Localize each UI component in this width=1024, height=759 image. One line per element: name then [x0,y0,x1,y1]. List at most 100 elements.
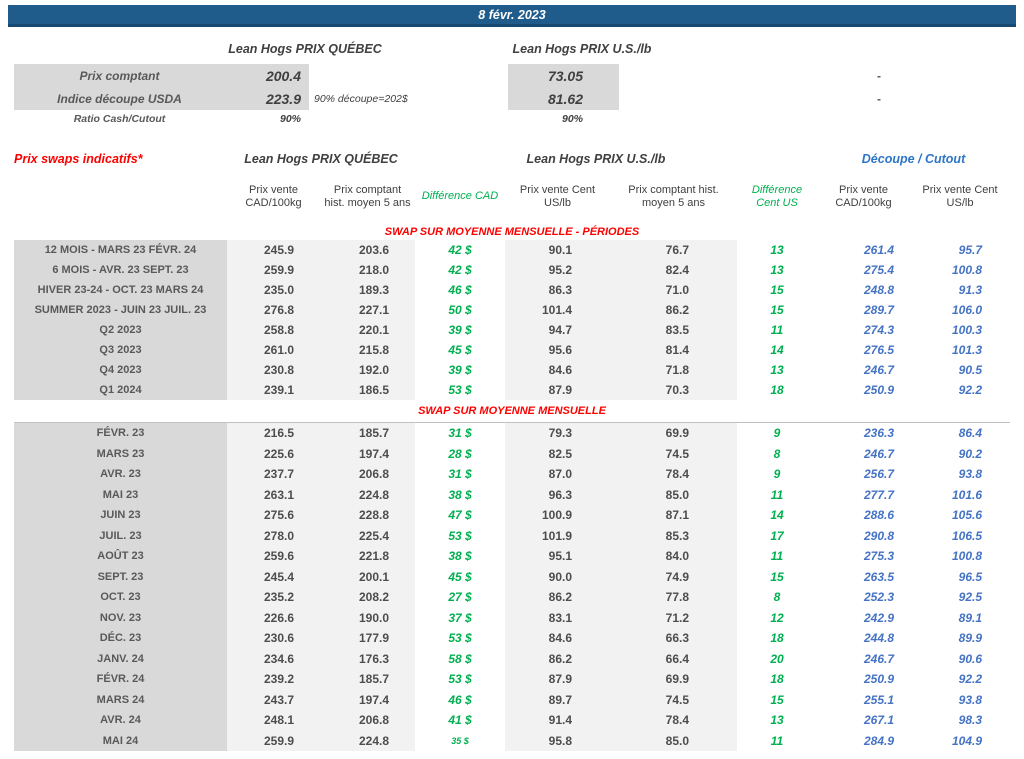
spot-label: Prix comptant [14,64,225,87]
cell-hist-cad: 203.6 [320,240,415,260]
period-row: Q1 2024239.1186.553 $87.970.318250.992.2 [14,380,1010,400]
spot-us-header: Lean Hogs PRIX U.S./lb [472,42,692,62]
cell-prix-vente-cad: 230.6 [227,628,320,649]
spot-row-prix-comptant: Prix comptant 200.4 73.05 - [14,64,1014,87]
month-row: AVR. 23237.7206.831 $87.078.49256.793.8 [14,464,1010,485]
cell-hist-cad: 197.4 [320,690,415,711]
cell-label: MARS 24 [14,690,227,711]
cell-prix-vente-cad: 243.7 [227,690,320,711]
cell-hist-cad: 224.8 [320,731,415,752]
cell-difference-us: 15 [737,567,817,588]
cell-hist-us: 87.1 [610,505,737,526]
cell-difference-us: 13 [737,710,817,731]
cell-prix-vente-cad: 263.1 [227,485,320,506]
cell-prix-vente-us: 91.4 [505,710,610,731]
cell-hist-us: 85.3 [610,526,737,547]
spot-value-quebec: 223.9 [225,87,309,110]
cell-label: JUIL. 23 [14,526,227,547]
col-header-difference-us: Différence Cent US [737,184,817,210]
cell-cutout-cad: 290.8 [817,526,910,547]
cell-cutout-cad: 256.7 [817,464,910,485]
period-row: Q2 2023258.8220.139 $94.783.511274.3100.… [14,320,1010,340]
month-row: OCT. 23235.2208.227 $86.277.88252.392.5 [14,587,1010,608]
cell-hist-cad: 197.4 [320,444,415,465]
cell-difference-cad: 53 $ [415,526,505,547]
cell-prix-vente-cad: 225.6 [227,444,320,465]
month-row: AVR. 24248.1206.841 $91.478.413267.198.3 [14,710,1010,731]
cell-difference-us: 11 [737,485,817,506]
group-header-quebec: Lean Hogs PRIX QUÉBEC [227,152,415,166]
cell-cutout-cad: 261.4 [817,240,910,260]
cell-difference-us: 18 [737,669,817,690]
cell-prix-vente-us: 79.3 [505,423,610,444]
cell-hist-cad: 192.0 [320,360,415,380]
cell-cutout-cad: 267.1 [817,710,910,731]
cell-cutout-us: 96.5 [910,567,1010,588]
col-header-hist-cad: Prix comptant hist. moyen 5 ans [320,184,415,210]
cell-prix-vente-cad: 234.6 [227,649,320,670]
swaps-table: Prix swaps indicatifs* Lean Hogs PRIX QU… [14,147,1010,751]
cell-label: HIVER 23-24 - OCT. 23 MARS 24 [14,280,227,300]
cell-prix-vente-cad: 259.6 [227,546,320,567]
cell-difference-cad: 53 $ [415,669,505,690]
cell-prix-vente-cad: 261.0 [227,340,320,360]
cell-prix-vente-us: 86.2 [505,587,610,608]
cell-cutout-us: 101.3 [910,340,1010,360]
col-header-prix-vente-cad: Prix vente CAD/100kg [227,184,320,210]
cell-hist-us: 71.8 [610,360,737,380]
cell-cutout-us: 93.8 [910,690,1010,711]
period-row: SUMMER 2023 - JUIN 23 JUIL. 23276.8227.1… [14,300,1010,320]
cell-hist-cad: 186.5 [320,380,415,400]
cell-difference-us: 14 [737,505,817,526]
month-row: JUIL. 23278.0225.453 $101.985.317290.810… [14,526,1010,547]
month-row: JUIN 23275.6228.847 $100.987.114288.6105… [14,505,1010,526]
cell-difference-us: 20 [737,649,817,670]
cell-cutout-us: 86.4 [910,423,1010,444]
month-row: DÉC. 23230.6177.953 $84.666.318244.889.9 [14,628,1010,649]
cell-difference-cad: 38 $ [415,485,505,506]
cell-cutout-cad: 275.4 [817,260,910,280]
col-header-cutout-us: Prix vente Cent US/lb [910,184,1010,210]
group-header-row: Prix swaps indicatifs* Lean Hogs PRIX QU… [14,147,1010,170]
cell-prix-vente-cad: 245.4 [227,567,320,588]
cell-prix-vente-us: 96.3 [505,485,610,506]
cell-difference-us: 11 [737,731,817,752]
cell-label: JUIN 23 [14,505,227,526]
cell-cutout-cad: 248.8 [817,280,910,300]
month-row: MARS 23225.6197.428 $82.574.58246.790.2 [14,444,1010,465]
section-banner-periodes: SWAP SUR MOYENNE MENSUELLE - PÉRIODES [14,224,1010,240]
cell-label: NOV. 23 [14,608,227,629]
cell-hist-us: 69.9 [610,423,737,444]
cell-label: 12 MOIS - MARS 23 FÉVR. 24 [14,240,227,260]
cell-cutout-cad: 252.3 [817,587,910,608]
cell-difference-us: 12 [737,608,817,629]
cell-label: MAI 24 [14,731,227,752]
cell-difference-cad: 41 $ [415,710,505,731]
cell-difference-cad: 35 $ [415,731,505,752]
cell-difference-cad: 45 $ [415,340,505,360]
col-header-hist-us: Prix comptant hist. moyen 5 ans [610,184,737,210]
cell-prix-vente-cad: 276.8 [227,300,320,320]
cell-hist-us: 74.9 [610,567,737,588]
monthly-rows: FÉVR. 23216.5185.731 $79.369.99236.386.4… [14,423,1010,751]
cell-difference-us: 9 [737,423,817,444]
cell-hist-us: 66.3 [610,628,737,649]
cell-difference-us: 8 [737,444,817,465]
col-header-prix-vente-us: Prix vente Cent US/lb [505,184,610,210]
cell-difference-cad: 53 $ [415,380,505,400]
cell-hist-cad: 208.2 [320,587,415,608]
cell-label: AVR. 23 [14,464,227,485]
spot-value-us: 81.62 [508,87,619,110]
cell-prix-vente-cad: 230.8 [227,360,320,380]
cell-label: MAI 23 [14,485,227,506]
cell-hist-us: 74.5 [610,690,737,711]
cell-hist-cad: 225.4 [320,526,415,547]
cell-difference-us: 13 [737,260,817,280]
cell-prix-vente-us: 89.7 [505,690,610,711]
cell-hist-cad: 177.9 [320,628,415,649]
cell-prix-vente-us: 86.3 [505,280,610,300]
cell-difference-cad: 58 $ [415,649,505,670]
cell-difference-us: 15 [737,690,817,711]
cell-hist-cad: 206.8 [320,464,415,485]
cell-label: Q3 2023 [14,340,227,360]
